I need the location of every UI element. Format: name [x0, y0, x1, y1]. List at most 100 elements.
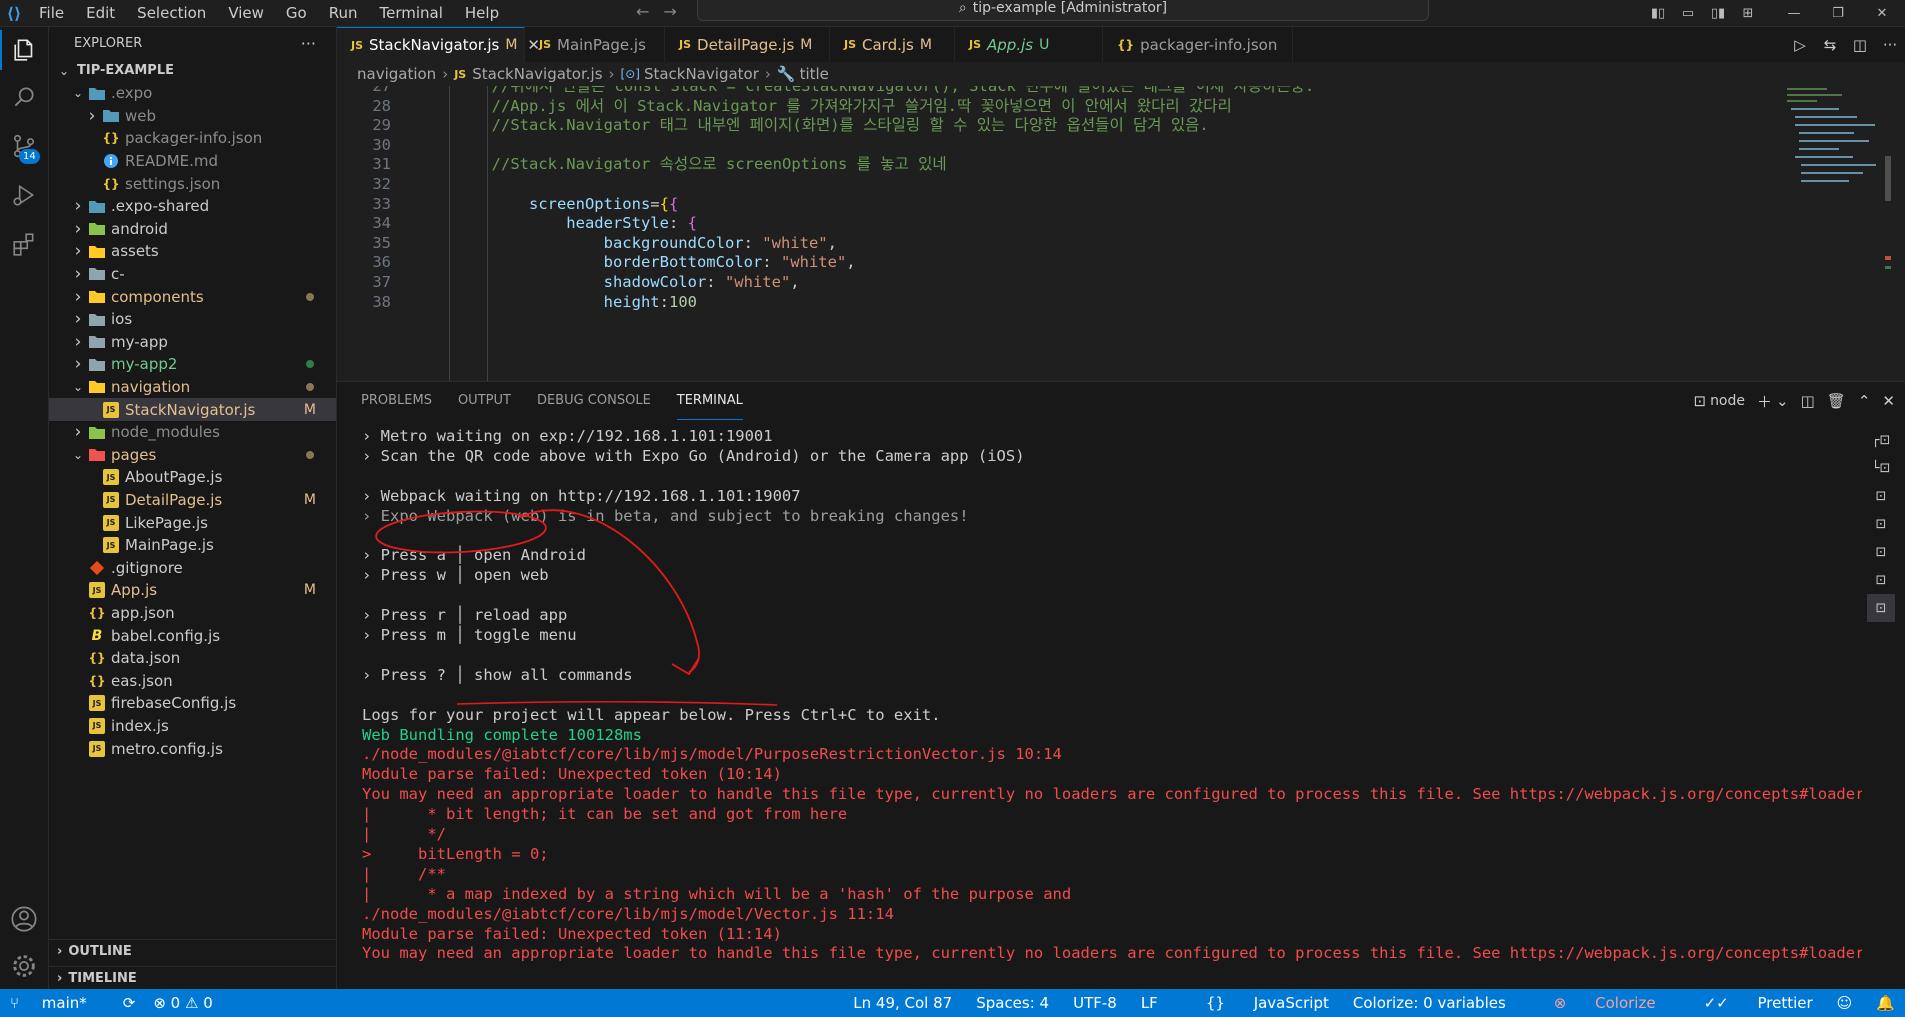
indentation[interactable]: Spaces: 4 [976, 994, 1049, 1012]
folder-row[interactable]: › .expo-shared [49, 195, 336, 218]
file-row[interactable]: JS LikePage.js [49, 511, 336, 534]
editor-tab[interactable]: JS StackNavigator.js M ✕ [337, 27, 540, 62]
folder-row[interactable]: › my-app2 [49, 353, 336, 376]
editor-tab[interactable]: JS App.js U [955, 27, 1103, 62]
more-actions-icon[interactable]: ··· [1875, 36, 1905, 54]
split-editor-icon[interactable]: ◫ [1845, 36, 1875, 54]
trash-icon[interactable]: 🗑 [1827, 392, 1846, 410]
customize-layout-icon[interactable]: ⊞ [1733, 6, 1763, 21]
terminal-name[interactable]: node [1710, 393, 1745, 409]
file-row[interactable]: JS AboutPage.js [49, 466, 336, 489]
accounts-icon[interactable] [0, 899, 48, 939]
file-row[interactable]: {} app.json [49, 601, 336, 624]
terminal-instance-icon[interactable]: └⊡ [1867, 454, 1895, 482]
split-terminal-icon[interactable]: ◫ [1801, 392, 1815, 410]
file-row[interactable]: JS firebaseConfig.js [49, 692, 336, 715]
close-icon[interactable]: ✕ [1867, 6, 1897, 21]
sync-icon[interactable]: ⟳ [123, 994, 136, 1012]
folder-row[interactable]: › assets [49, 240, 336, 263]
folder-row[interactable]: › my-app [49, 330, 336, 353]
file-row[interactable]: README.md [49, 149, 336, 172]
folder-row[interactable]: ⌄ .expo [49, 82, 336, 105]
terminal-instance-icon[interactable]: ⊡ [1867, 538, 1895, 566]
editor-tab[interactable]: JS MainPage.js [525, 27, 665, 62]
folder-row[interactable]: › web [49, 104, 336, 127]
command-center[interactable]: ⌕ tip-example [Administrator] [697, 0, 1429, 21]
file-row[interactable]: {} data.json [49, 647, 336, 670]
colorize-toggle[interactable]: ⊗ Colorize [1530, 994, 1656, 1012]
menu-item[interactable]: File [28, 4, 75, 22]
file-row[interactable]: JS StackNavigator.js M [49, 398, 336, 421]
terminal-instance-icon[interactable]: ┌⊡ [1867, 426, 1895, 454]
breadcrumb-item[interactable]: StackNavigator [644, 65, 759, 83]
breadcrumb-item[interactable]: StackNavigator.js [472, 65, 602, 83]
feedback-icon[interactable]: ☺ [1837, 994, 1853, 1012]
open-changes-icon[interactable]: ⇆ [1815, 36, 1845, 54]
file-row[interactable]: JS App.js M [49, 579, 336, 602]
folder-row[interactable]: ⌄ pages [49, 443, 336, 466]
branch-indicator[interactable]: ⑂ main* [10, 994, 105, 1012]
file-row[interactable]: JS metro.config.js [49, 737, 336, 760]
terminal-instance-icon[interactable]: ⊡ [1867, 482, 1895, 510]
run-debug-icon[interactable] [0, 175, 48, 215]
back-arrow-icon[interactable]: ← [636, 2, 649, 21]
terminal-instance-icon[interactable]: ⊡ [1867, 594, 1895, 622]
cursor-position[interactable]: Ln 49, Col 87 [853, 994, 952, 1012]
problems-indicator[interactable]: ⊗ 0 ⚠ 0 [153, 994, 212, 1012]
toggle-secondary-sidebar-icon[interactable]: ▯▮ [1703, 6, 1733, 21]
maximize-panel-icon[interactable]: ⌃ [1858, 392, 1871, 410]
breadcrumb-item[interactable]: navigation [357, 65, 436, 83]
menu-item[interactable]: Go [275, 4, 318, 22]
minimap[interactable] [1781, 86, 1891, 381]
editor-tab[interactable]: JS DetailPage.js M [665, 27, 830, 62]
manage-gear-icon[interactable] [0, 946, 48, 986]
breadcrumb-item[interactable]: title [800, 65, 829, 83]
end-of-line[interactable]: LF [1141, 994, 1158, 1012]
outline-section[interactable]: › OUTLINE [49, 939, 336, 963]
prettier-status[interactable]: ✓✓ Prettier [1680, 994, 1813, 1012]
editor-tab[interactable]: {} packager-info.json [1103, 27, 1293, 62]
new-terminal-icon[interactable]: ＋ [1757, 391, 1772, 412]
close-panel-icon[interactable]: ✕ [1882, 392, 1895, 410]
menu-item[interactable]: Terminal [369, 4, 454, 22]
menu-item[interactable]: Help [454, 4, 510, 22]
editor-tab[interactable]: JS Card.js M [830, 27, 955, 62]
toggle-sidebar-icon[interactable]: ▮▯ [1643, 6, 1673, 21]
terminal-instance-icon[interactable]: ⊡ [1867, 566, 1895, 594]
language-mode[interactable]: {} JavaScript [1182, 994, 1329, 1012]
folder-row[interactable]: › components [49, 285, 336, 308]
more-actions-icon[interactable]: ··· [301, 34, 316, 53]
file-row[interactable]: JS index.js [49, 714, 336, 737]
run-icon[interactable]: ▷ [1785, 36, 1815, 54]
minimize-icon[interactable]: — [1779, 6, 1809, 21]
folder-row[interactable]: › node_modules [49, 421, 336, 444]
restore-icon[interactable]: ❐ [1823, 6, 1853, 21]
folder-row[interactable]: ⌄ navigation [49, 375, 336, 398]
toggle-panel-icon[interactable]: ▭ [1673, 6, 1703, 21]
file-row[interactable]: {} eas.json [49, 669, 336, 692]
search-icon[interactable] [0, 77, 48, 117]
folder-row[interactable]: › c- [49, 262, 336, 285]
source-control-icon[interactable]: 14 [0, 126, 48, 166]
file-row[interactable]: {} settings.json [49, 172, 336, 195]
menu-item[interactable]: Edit [75, 4, 126, 22]
chevron-down-icon[interactable]: ⌄ [1776, 392, 1789, 410]
file-row[interactable]: Bbabel.config.js [49, 624, 336, 647]
forward-arrow-icon[interactable]: → [663, 2, 676, 21]
folder-row[interactable]: ⌄ TIP-EXAMPLE [49, 59, 336, 82]
file-row[interactable]: {} packager-info.json [49, 127, 336, 150]
menu-item[interactable]: Selection [126, 4, 217, 22]
explorer-icon[interactable] [0, 30, 48, 70]
file-row[interactable]: JS DetailPage.js M [49, 488, 336, 511]
file-row[interactable]: .gitignore [49, 556, 336, 579]
extensions-icon[interactable] [0, 224, 48, 264]
terminal-instance-icon[interactable]: ⊡ [1867, 510, 1895, 538]
menu-item[interactable]: Run [318, 4, 369, 22]
colorize-variables[interactable]: Colorize: 0 variables [1353, 994, 1506, 1012]
timeline-section[interactable]: › TIMELINE [49, 966, 336, 990]
file-row[interactable]: JS MainPage.js [49, 534, 336, 557]
folder-row[interactable]: › android [49, 217, 336, 240]
menu-item[interactable]: View [217, 4, 275, 22]
notifications-bell-icon[interactable]: 🔔 [1876, 994, 1895, 1012]
folder-row[interactable]: › ios [49, 308, 336, 331]
